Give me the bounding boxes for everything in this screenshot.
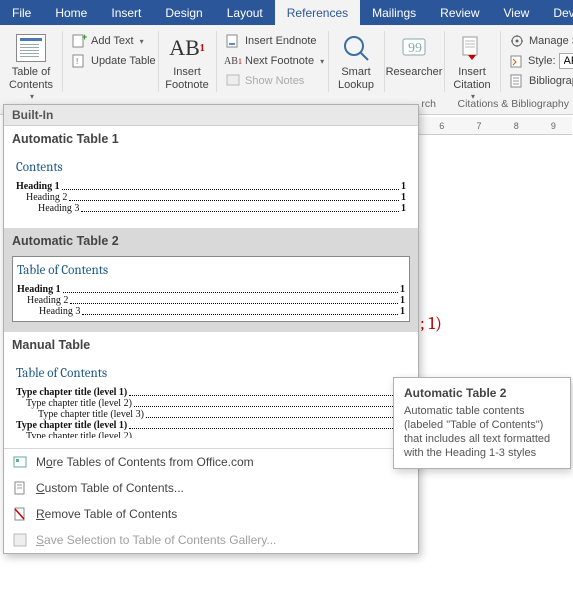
tab-review[interactable]: Review [428,0,491,25]
tab-design[interactable]: Design [153,0,214,25]
gallery-menu: More Tables of Contents from Office.com … [4,448,418,553]
tab-insert[interactable]: Insert [99,0,153,25]
toc-gallery: Built-In Automatic Table 1 Contents Head… [3,104,419,554]
preview-auto2: Table of Contents Heading 11Heading 21He… [12,256,410,322]
tab-mailings[interactable]: Mailings [360,0,428,25]
menu-bar: File Home Insert Design Layout Reference… [0,0,573,25]
style-icon [509,53,525,69]
svg-text:!: ! [76,57,78,66]
quote-icon: 99 [398,32,430,64]
endnote-icon [225,33,241,49]
update-table-icon: ! [71,53,87,69]
insert-citation-button[interactable]: Insert Citation [443,29,501,104]
bibliography-button[interactable]: Bibliography [504,71,573,91]
tab-view[interactable]: View [492,0,542,25]
document-visible-text: ; 1) [420,313,442,334]
preview-manual: Table of Contents Type chapter title (le… [12,360,410,438]
tab-file[interactable]: File [0,0,43,25]
add-text-button[interactable]: + Add Text [66,31,149,51]
tab-references[interactable]: References [275,0,360,25]
toc-icon [15,32,47,64]
citation-style-select[interactable]: Style: APA [504,51,573,71]
tab-developer[interactable]: Developer [541,0,573,25]
svg-text:99: 99 [408,41,422,56]
save-selection-gallery-button: Save Selection to Table of Contents Gall… [4,527,418,553]
gallery-item-auto1[interactable]: Automatic Table 1 Contents Heading 11Hea… [4,126,418,228]
svg-text:+: + [82,33,87,42]
show-notes-button[interactable]: Show Notes [220,71,309,91]
researcher-button[interactable]: 99 Researcher [385,29,443,82]
tab-home[interactable]: Home [43,0,99,25]
gallery-section-builtin: Built-In [4,105,418,126]
manage-sources-icon [509,33,525,49]
remove-toc-button[interactable]: Remove Table of Contents [4,501,418,527]
citations-group-label: Citations & Bibliography [458,98,569,110]
office-icon [12,454,28,470]
next-footnote-icon: AB1 [225,53,241,69]
style-dropdown[interactable]: APA [559,53,573,69]
footnote-icon: AB1 [171,32,203,64]
manage-sources-button[interactable]: Manage Sources [504,31,573,51]
research-group-label: rch [421,98,440,112]
next-footnote-button[interactable]: AB1 Next Footnote [220,51,329,71]
more-toc-office-button[interactable]: More Tables of Contents from Office.com … [4,449,418,475]
gallery-item-auto2[interactable]: Automatic Table 2 Table of Contents Head… [4,228,418,332]
bibliography-icon [509,73,525,89]
add-text-icon: + [71,33,87,49]
show-notes-icon [225,73,241,89]
search-icon [340,32,372,64]
gallery-item-manual[interactable]: Manual Table Table of Contents Type chap… [4,332,418,448]
preview-auto1: Contents Heading 11Heading 21Heading 31 [12,154,410,218]
update-table-button[interactable]: ! Update Table [66,51,161,71]
table-of-contents-button[interactable]: Table of Contents [2,29,60,104]
remove-toc-icon [12,506,28,522]
smart-lookup-button[interactable]: Smart Lookup [327,29,385,95]
custom-toc-icon [12,480,28,496]
tooltip-auto2: Automatic Table 2 Automatic table conten… [393,377,571,469]
tab-layout[interactable]: Layout [215,0,275,25]
custom-toc-button[interactable]: Custom Table of Contents... [4,475,418,501]
save-gallery-icon [12,532,28,548]
insert-endnote-button[interactable]: Insert Endnote [220,31,322,51]
citation-icon [456,32,488,64]
insert-footnote-button[interactable]: AB1 Insert Footnote [158,29,216,95]
